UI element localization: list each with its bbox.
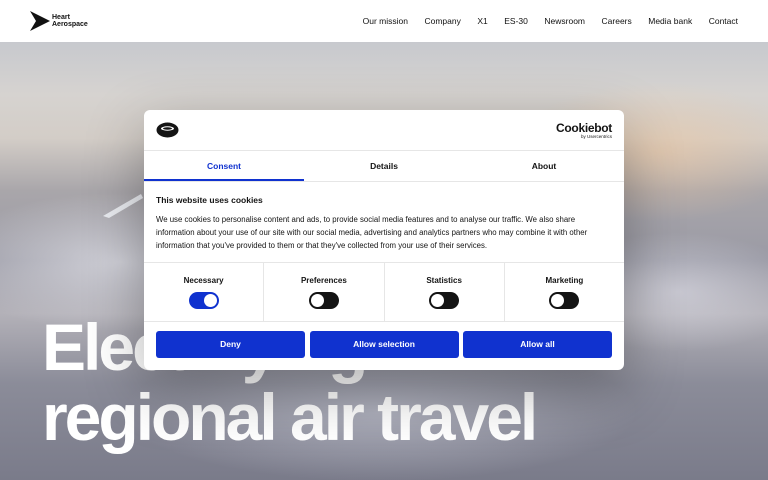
toggle-statistics-label: Statistics [426,276,462,285]
dialog-header: Cookiebot by Usercentrics [144,110,624,151]
dialog-tabs: Consent Details About [144,152,624,182]
toggle-necessary-switch[interactable] [188,292,219,309]
toggle-preferences-label: Preferences [300,276,347,285]
toggle-marketing-cell: Marketing [505,263,624,321]
nav-media-bank[interactable]: Media bank [648,16,692,26]
toggle-statistics-cell: Statistics [385,263,505,321]
toggle-preferences-switch[interactable] [308,292,339,309]
toggle-necessary-cell: Necessary [144,263,265,321]
nav-es-30[interactable]: ES-30 [504,16,528,26]
switch-knob [431,294,445,307]
nav-careers[interactable]: Careers [602,16,632,26]
main-nav: Our mission Company X1 ES-30 Newsroom Ca… [346,16,738,26]
consent-toggles: Necessary Preferences Statistics Marketi… [144,262,624,322]
nav-contact[interactable]: Contact [709,16,738,26]
toggle-marketing-label: Marketing [545,276,584,285]
cookiebot-name: Cookiebot [556,121,612,135]
deny-button[interactable]: Deny [156,331,305,358]
dialog-body: This website uses cookies We use cookies… [156,195,612,252]
heart-aerospace-logo-icon [30,11,50,31]
allow-selection-button[interactable]: Allow selection [309,331,459,358]
cookie-consent-dialog: Cookiebot by Usercentrics Consent Detail… [144,110,624,370]
nav-company[interactable]: Company [424,16,460,26]
switch-knob [310,294,324,307]
toggle-preferences-cell: Preferences [264,263,385,321]
tab-consent[interactable]: Consent [144,152,304,181]
tab-about[interactable]: About [464,152,624,181]
switch-knob [203,294,217,307]
cookiebot-by: by Usercentrics [580,134,612,139]
switch-knob [551,294,565,307]
tab-details[interactable]: Details [304,152,464,181]
hero-headline-line2: regional air travel [42,380,538,454]
brand-name-line1: Heart [52,14,70,21]
site-header: Heart Aerospace Our mission Company X1 E… [0,0,768,42]
nav-newsroom[interactable]: Newsroom [544,16,585,26]
nav-our-mission[interactable]: Our mission [363,16,408,26]
cookiebot-logo[interactable]: Cookiebot by Usercentrics [556,122,612,140]
brand-logo[interactable]: Heart Aerospace [29,10,88,32]
brand-name: Heart Aerospace [52,14,88,28]
nav-x1[interactable]: X1 [477,16,487,26]
toggle-necessary-label: Necessary [183,276,224,285]
aircraft-wing-icon [103,194,143,218]
dialog-heading: This website uses cookies [156,195,263,205]
cookie-icon [156,122,179,138]
dialog-description: We use cookies to personalise content an… [156,215,588,250]
brand-name-line2: Aerospace [52,21,88,28]
toggle-statistics-switch[interactable] [429,292,460,309]
dialog-buttons: Deny Allow selection Allow all [156,331,612,358]
toggle-marketing-switch[interactable] [549,292,580,309]
allow-all-button[interactable]: Allow all [463,331,612,358]
